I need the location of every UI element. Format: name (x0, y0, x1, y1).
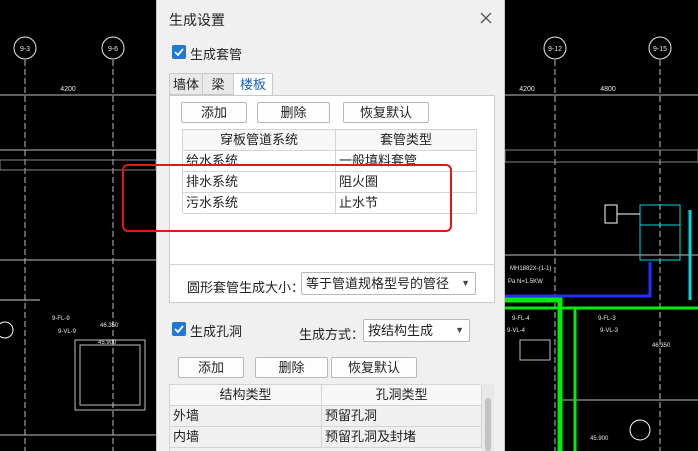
close-icon[interactable] (478, 10, 494, 26)
elevation-label: 45.900 (98, 340, 117, 346)
hole-option-label: 生成孔洞 (190, 324, 243, 339)
check-icon (174, 48, 184, 57)
round-size-select[interactable]: 等于管道规格型号的管径 ▼ (301, 272, 476, 295)
round-size-label: 圆形套管生成大小： (187, 280, 305, 295)
room-label: 9-FL-4 (512, 316, 530, 322)
dimension-label: 4200 (519, 86, 535, 93)
elevation-label: 46.350 (100, 323, 119, 329)
elevation-label: 45.900 (590, 436, 609, 442)
hole-table-header-structure: 结构类型 (170, 385, 322, 406)
room-label: 9-VL-9 (58, 329, 77, 335)
sleeve-table-header-system: 穿板管道系统 (183, 130, 336, 151)
sleeve-table-header-type: 套管类型 (336, 130, 477, 151)
room-label: 9-FL-3 (598, 316, 616, 322)
axis-label: 9-15 (653, 46, 667, 53)
table-row-cell[interactable]: 内墙 (170, 427, 322, 448)
axis-label: 9-6 (108, 46, 118, 53)
hole-table-scrollbar[interactable] (482, 384, 494, 451)
dimension-label: 4800 (600, 86, 616, 93)
hole-delete-button[interactable]: 删除 (255, 357, 328, 378)
hole-add-button[interactable]: 添加 (178, 357, 244, 378)
equipment-label: MH1882X-(1-1) (510, 266, 551, 272)
elevation-label: 46.350 (652, 343, 671, 349)
axis-label: 9-12 (548, 46, 562, 53)
hole-table: 结构类型 孔洞类型 外墙 预留孔洞 内墙 预留孔洞及封堵 (169, 384, 482, 451)
sleeve-restore-default-button[interactable]: 恢复默认 (343, 102, 429, 123)
equipment-power: Pa N=1.5KW (508, 279, 543, 285)
chevron-down-icon: ▼ (461, 278, 470, 288)
dialog-title: 生成设置 (169, 12, 225, 28)
dimension-label: 4200 (60, 86, 76, 93)
check-icon (174, 325, 184, 334)
sleeve-option-label: 生成套管 (190, 47, 243, 62)
sleeve-add-button[interactable]: 添加 (181, 102, 247, 123)
tab-beam[interactable]: 梁 (202, 73, 234, 95)
tab-floor-slab[interactable]: 楼板 (233, 73, 273, 96)
table-row-cell[interactable]: 预留孔洞及封堵 (322, 427, 482, 448)
table-row-cell[interactable]: 预留孔洞 (322, 406, 482, 427)
sleeve-checkbox[interactable] (172, 45, 186, 59)
gen-mode-label: 生成方式： (299, 327, 365, 342)
round-size-value: 等于管道规格型号的管径 (306, 276, 450, 291)
axis-label: 9-3 (20, 46, 30, 53)
room-label: 9-FL-9 (52, 316, 70, 322)
scrollbar-thumb[interactable] (485, 398, 491, 451)
highlight-annotation-box (122, 164, 452, 232)
table-row-cell[interactable]: 外墙 (170, 406, 322, 427)
hole-restore-default-button[interactable]: 恢复默认 (331, 357, 417, 378)
hole-checkbox[interactable] (172, 322, 186, 336)
gen-mode-value: 按结构生成 (368, 323, 434, 338)
tab-wall[interactable]: 墙体 (169, 73, 203, 95)
gen-mode-select[interactable]: 按结构生成 ▼ (363, 319, 470, 342)
divider (170, 264, 494, 265)
room-label: 9-VL-3 (600, 328, 619, 334)
chevron-down-icon: ▼ (455, 325, 464, 335)
room-label: 9-VL-4 (507, 328, 526, 334)
sleeve-delete-button[interactable]: 删除 (257, 102, 330, 123)
hole-table-header-hole-type: 孔洞类型 (322, 385, 482, 406)
